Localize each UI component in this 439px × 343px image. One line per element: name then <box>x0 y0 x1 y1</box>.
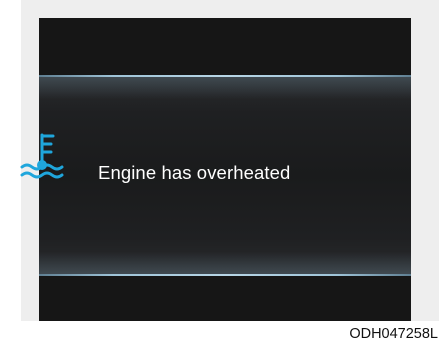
overheat-warning-message: Engine has overheated <box>98 162 291 183</box>
engine-coolant-temperature-icon <box>20 133 64 179</box>
display-bottom-band <box>39 277 411 321</box>
figure-code: ODH047258L <box>349 326 438 342</box>
top-divider-line <box>39 75 411 99</box>
display-top-band <box>39 18 411 74</box>
bottom-divider-line <box>39 252 411 276</box>
